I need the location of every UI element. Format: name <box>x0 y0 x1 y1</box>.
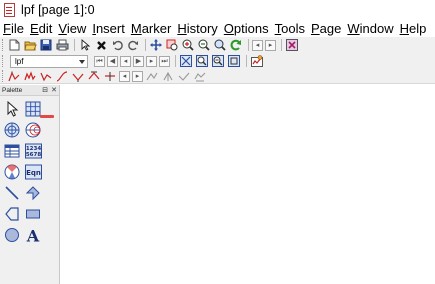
marker-peak-icon[interactable] <box>7 70 21 83</box>
undo-icon[interactable] <box>110 39 124 52</box>
menu-marker[interactable]: Marker <box>128 21 174 36</box>
toolbar-separator <box>175 55 176 67</box>
zoom-rect-icon[interactable] <box>165 39 179 52</box>
text-tool-glyph: A <box>26 227 40 243</box>
palette-header: Palette ⊟ ✕ <box>0 85 59 96</box>
open-folder-icon[interactable] <box>23 39 37 52</box>
axis-zoom-out-icon[interactable] <box>211 55 225 68</box>
title-bar: lpf [page 1]:0 <box>0 0 435 19</box>
window-title: lpf [page 1]:0 <box>21 2 95 17</box>
zoom-in-icon[interactable] <box>181 39 195 52</box>
polar-plot-icon[interactable] <box>3 121 21 139</box>
marker-annotate-icon[interactable] <box>177 70 191 83</box>
marker-min-icon[interactable] <box>71 70 85 83</box>
antenna-plot-icon[interactable] <box>3 163 21 181</box>
app-icon <box>3 2 17 17</box>
palette-title: Palette <box>2 86 23 94</box>
toolbar-grip[interactable] <box>2 55 5 67</box>
prev-icon[interactable]: ◂ <box>120 55 131 67</box>
marker-prev-icon[interactable]: ◂ <box>119 70 130 82</box>
marker-label-icon[interactable] <box>145 70 159 83</box>
table-label-bottom: 5678 <box>25 152 40 158</box>
toolbar-separator <box>74 39 75 51</box>
object-select-value: lpf <box>15 56 24 66</box>
toolbar-grip[interactable] <box>2 70 5 82</box>
palette-controls: ⊟ ✕ <box>39 86 57 94</box>
red-marker-arrow <box>40 115 54 118</box>
toolbar-grip[interactable] <box>2 39 5 51</box>
axis-zoom-in-icon[interactable] <box>195 55 209 68</box>
menu-history[interactable]: History <box>174 21 220 36</box>
pin-icon[interactable]: ⊟ <box>42 86 48 94</box>
ellipse-draw-icon[interactable] <box>3 226 21 244</box>
line-draw-icon[interactable] <box>3 184 21 202</box>
marker-clear-icon[interactable] <box>193 70 207 83</box>
list-table-icon[interactable] <box>3 142 21 160</box>
marker-max-icon[interactable] <box>87 70 101 83</box>
equation-icon[interactable]: Eqn <box>24 163 42 181</box>
page-next-icon[interactable]: ▸ <box>265 39 276 51</box>
menu-tools[interactable]: Tools <box>272 21 308 36</box>
rectangle-draw-icon[interactable] <box>24 205 42 223</box>
page-prev-icon[interactable]: ◂ <box>252 39 263 51</box>
menu-view[interactable]: View <box>55 21 89 36</box>
text-tool-icon[interactable]: A <box>24 226 42 244</box>
delete-x-icon[interactable] <box>94 39 108 52</box>
move-cross-icon[interactable] <box>149 39 163 52</box>
main-toolbar: ◂ ▸ <box>0 37 435 53</box>
polyline-draw-icon[interactable] <box>24 184 42 202</box>
zoom-magnifier-icon[interactable] <box>213 39 227 52</box>
marker-next-peak-icon[interactable] <box>23 70 37 83</box>
refresh-icon[interactable] <box>229 39 243 52</box>
marker-crosshair-icon[interactable] <box>161 70 175 83</box>
marker-toolbar: ◂ ▸ <box>0 69 435 84</box>
toolbar-separator <box>246 55 247 67</box>
smith-chart-icon[interactable] <box>24 121 42 139</box>
toolbar-separator <box>248 39 249 51</box>
close-window-icon[interactable] <box>285 39 299 52</box>
toolbar-separator <box>281 39 282 51</box>
menu-insert[interactable]: Insert <box>89 21 128 36</box>
menu-bar: File Edit View Insert Marker History Opt… <box>0 19 435 37</box>
navigation-toolbar: lpf ⏮ ◀ ◂ ▶ ▸ ⏭ <box>0 53 435 69</box>
toolbar-separator <box>145 39 146 51</box>
menu-file[interactable]: File <box>0 21 27 36</box>
marker-trough-icon[interactable] <box>39 70 53 83</box>
tabular-data-icon[interactable]: 1234 5678 <box>24 142 42 160</box>
chevron-down-icon <box>79 59 85 64</box>
select-pointer-icon[interactable] <box>3 100 21 118</box>
polygon-draw-icon[interactable] <box>3 205 21 223</box>
marker-point-icon[interactable] <box>103 70 117 83</box>
save-icon[interactable] <box>39 39 53 52</box>
close-icon[interactable]: ✕ <box>51 86 57 94</box>
play-icon[interactable]: ▶ <box>133 55 144 67</box>
palette-panel: Palette ⊟ ✕ 1234 5678 Eqn A <box>0 85 60 284</box>
marker-next-icon[interactable]: ▸ <box>132 70 143 82</box>
menu-page[interactable]: Page <box>308 21 344 36</box>
menu-options[interactable]: Options <box>221 21 272 36</box>
chart-properties-icon[interactable] <box>250 55 264 68</box>
menu-edit[interactable]: Edit <box>27 21 55 36</box>
menu-help[interactable]: Help <box>397 21 430 36</box>
marker-slope-icon[interactable] <box>55 70 69 83</box>
select-arrow-icon[interactable] <box>78 39 92 52</box>
new-file-icon[interactable] <box>7 39 21 52</box>
redo-icon[interactable] <box>126 39 140 52</box>
last-page-icon[interactable]: ⏭ <box>159 55 170 67</box>
next-icon[interactable]: ▸ <box>146 55 157 67</box>
axis-fit-icon[interactable] <box>227 55 241 68</box>
menu-window[interactable]: Window <box>344 21 396 36</box>
first-page-icon[interactable]: ⏮ <box>94 55 105 67</box>
equation-label: Eqn <box>26 169 41 177</box>
object-select-dropdown[interactable]: lpf <box>10 54 88 68</box>
page-canvas[interactable] <box>61 85 435 284</box>
prev-step-icon[interactable]: ◀ <box>107 55 118 67</box>
axis-zoom-icon[interactable] <box>179 55 193 68</box>
zoom-out-icon[interactable] <box>197 39 211 52</box>
print-icon[interactable] <box>55 39 69 52</box>
